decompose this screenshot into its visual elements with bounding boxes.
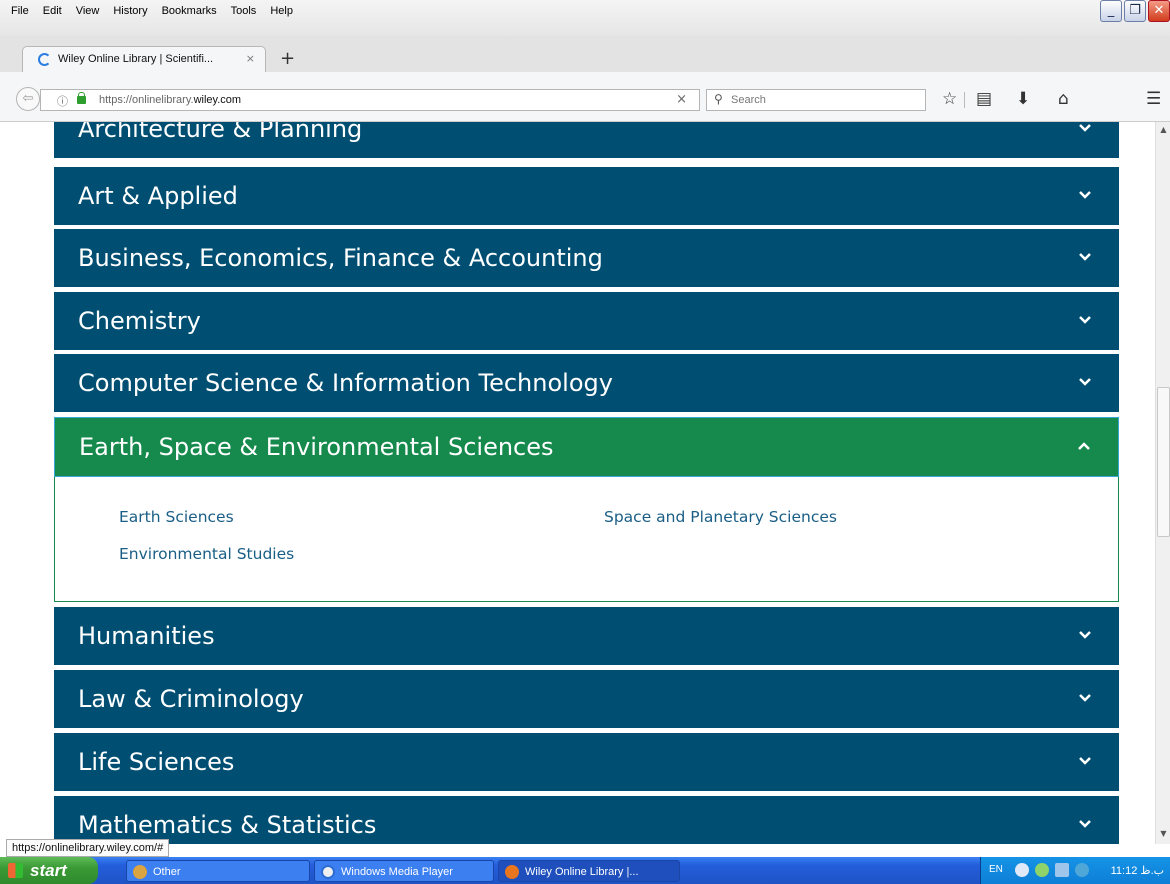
taskbar-item-media-player[interactable]: Windows Media Player xyxy=(314,860,494,882)
clock: 11:12 ب.ظ xyxy=(1110,865,1164,877)
accordion-label: Mathematics & Statistics xyxy=(78,811,377,839)
chevron-down-icon xyxy=(1079,253,1091,261)
tray-arrow-icon[interactable] xyxy=(1015,863,1029,877)
system-tray: EN 11:12 ب.ظ xyxy=(980,857,1170,884)
accordion-architecture[interactable]: Architecture & Planning xyxy=(54,122,1119,158)
windows-logo-icon xyxy=(8,863,23,878)
search-icon: ⚲ xyxy=(714,92,723,106)
windows-taskbar: start Other Windows Media Player Wiley O… xyxy=(0,857,1170,884)
scroll-up-icon[interactable]: ▲ xyxy=(1158,125,1169,137)
url-text: https://onlinelibrary.wiley.com xyxy=(99,94,241,106)
menu-help[interactable]: Help xyxy=(263,5,300,17)
menu-file[interactable]: File xyxy=(4,5,36,17)
chevron-down-icon xyxy=(1079,378,1091,386)
accordion-business[interactable]: Business, Economics, Finance & Accountin… xyxy=(54,229,1119,287)
start-button[interactable]: start xyxy=(0,857,98,884)
menu-view[interactable]: View xyxy=(69,5,107,17)
start-label: start xyxy=(30,861,67,880)
taskbar-item-label: Windows Media Player xyxy=(341,866,453,878)
taskbar-item-label: Wiley Online Library |... xyxy=(525,866,639,878)
menu-history[interactable]: History xyxy=(106,5,154,17)
accordion-label: Humanities xyxy=(78,622,215,650)
menu-bookmarks[interactable]: Bookmarks xyxy=(155,5,224,17)
chevron-down-icon xyxy=(1079,191,1091,199)
chevron-down-icon xyxy=(1079,631,1091,639)
network-icon[interactable] xyxy=(1055,863,1069,877)
volume-icon[interactable] xyxy=(1035,863,1049,877)
menu-icon[interactable]: ☰ xyxy=(1146,89,1161,109)
chevron-up-icon xyxy=(1078,442,1090,450)
tab-strip: Wiley Online Library | Scientifi... × + xyxy=(0,36,1170,72)
accordion-label: Art & Applied xyxy=(78,182,238,210)
vertical-scrollbar[interactable]: ▲ ▼ xyxy=(1155,122,1170,844)
chevron-down-icon xyxy=(1079,820,1091,828)
toolbar-separator xyxy=(964,92,965,108)
menu-tools[interactable]: Tools xyxy=(224,5,264,17)
accordion-mathematics[interactable]: Mathematics & Statistics xyxy=(54,796,1119,844)
navigation-bar: ⓘ https://onlinelibrary.wiley.com × ⇦ ⚲ … xyxy=(0,72,1170,122)
url-prefix: https://onlinelibrary. xyxy=(99,94,194,106)
taskbar-item-other[interactable]: Other xyxy=(126,860,310,882)
link-space-planetary-sciences[interactable]: Space and Planetary Sciences xyxy=(604,508,837,526)
menu-bar: File Edit View History Bookmarks Tools H… xyxy=(0,0,1170,36)
chevron-down-icon xyxy=(1079,316,1091,324)
bookmark-star-icon[interactable]: ☆ xyxy=(942,89,957,109)
clear-url-icon[interactable]: × xyxy=(676,92,687,107)
scroll-down-icon[interactable]: ▼ xyxy=(1158,829,1169,841)
language-indicator[interactable]: EN xyxy=(989,864,1003,875)
tab-close-icon[interactable]: × xyxy=(246,52,255,65)
download-icon[interactable]: ⬇ xyxy=(1016,89,1030,109)
security-icon[interactable] xyxy=(1075,863,1089,877)
taskbar-item-firefox[interactable]: Wiley Online Library |... xyxy=(498,860,680,882)
info-icon[interactable]: ⓘ xyxy=(57,93,68,109)
accordion-earth-space[interactable]: Earth, Space & Environmental Sciences xyxy=(54,417,1119,477)
link-environmental-studies[interactable]: Environmental Studies xyxy=(119,545,294,563)
menu-edit[interactable]: Edit xyxy=(36,5,69,17)
search-box[interactable]: ⚲ Search xyxy=(706,89,926,111)
folder-icon xyxy=(133,865,147,879)
chevron-down-icon xyxy=(1079,124,1091,132)
window-controls: _ ❐ ✕ xyxy=(1100,0,1170,22)
taskbar-item-label: Other xyxy=(153,866,181,878)
chevron-down-icon xyxy=(1079,694,1091,702)
accordion-humanities[interactable]: Humanities xyxy=(54,607,1119,665)
firefox-icon xyxy=(505,865,519,879)
accordion-label: Law & Criminology xyxy=(78,685,304,713)
accordion-law[interactable]: Law & Criminology xyxy=(54,670,1119,728)
link-earth-sciences[interactable]: Earth Sciences xyxy=(119,508,234,526)
accordion-computer-science[interactable]: Computer Science & Information Technolog… xyxy=(54,354,1119,412)
accordion-label: Life Sciences xyxy=(78,748,235,776)
page-content: Architecture & Planning Art & Applied Bu… xyxy=(0,122,1155,844)
url-domain: wiley.com xyxy=(193,94,242,106)
minimize-button[interactable]: _ xyxy=(1100,0,1122,22)
accordion-panel-earth-space: Earth Sciences Space and Planetary Scien… xyxy=(54,477,1119,602)
accordion-art[interactable]: Art & Applied xyxy=(54,167,1119,225)
accordion-label: Chemistry xyxy=(78,307,201,335)
accordion-chemistry[interactable]: Chemistry xyxy=(54,292,1119,350)
back-button[interactable]: ⇦ xyxy=(16,87,40,111)
new-tab-button[interactable]: + xyxy=(280,48,295,69)
accordion-life-sciences[interactable]: Life Sciences xyxy=(54,733,1119,791)
search-placeholder: Search xyxy=(731,94,766,106)
close-window-button[interactable]: ✕ xyxy=(1148,0,1170,22)
status-url: https://onlinelibrary.wiley.com/# xyxy=(6,839,170,857)
scrollbar-thumb[interactable] xyxy=(1157,387,1170,537)
lock-icon[interactable] xyxy=(77,92,86,104)
reading-list-icon[interactable]: ▤ xyxy=(976,89,992,109)
tab-title: Wiley Online Library | Scientifi... xyxy=(58,53,214,65)
url-bar[interactable]: ⓘ https://onlinelibrary.wiley.com × xyxy=(40,89,700,111)
chevron-down-icon xyxy=(1079,757,1091,765)
restore-button[interactable]: ❐ xyxy=(1124,0,1146,22)
home-icon[interactable]: ⌂ xyxy=(1058,89,1069,109)
accordion-label: Business, Economics, Finance & Accountin… xyxy=(78,244,603,272)
browser-tab[interactable]: Wiley Online Library | Scientifi... × xyxy=(22,46,266,72)
accordion-label: Architecture & Planning xyxy=(78,122,363,143)
accordion-label: Computer Science & Information Technolog… xyxy=(78,369,613,397)
media-player-icon xyxy=(321,865,335,879)
loading-icon xyxy=(38,53,51,66)
accordion-label: Earth, Space & Environmental Sciences xyxy=(79,433,554,461)
